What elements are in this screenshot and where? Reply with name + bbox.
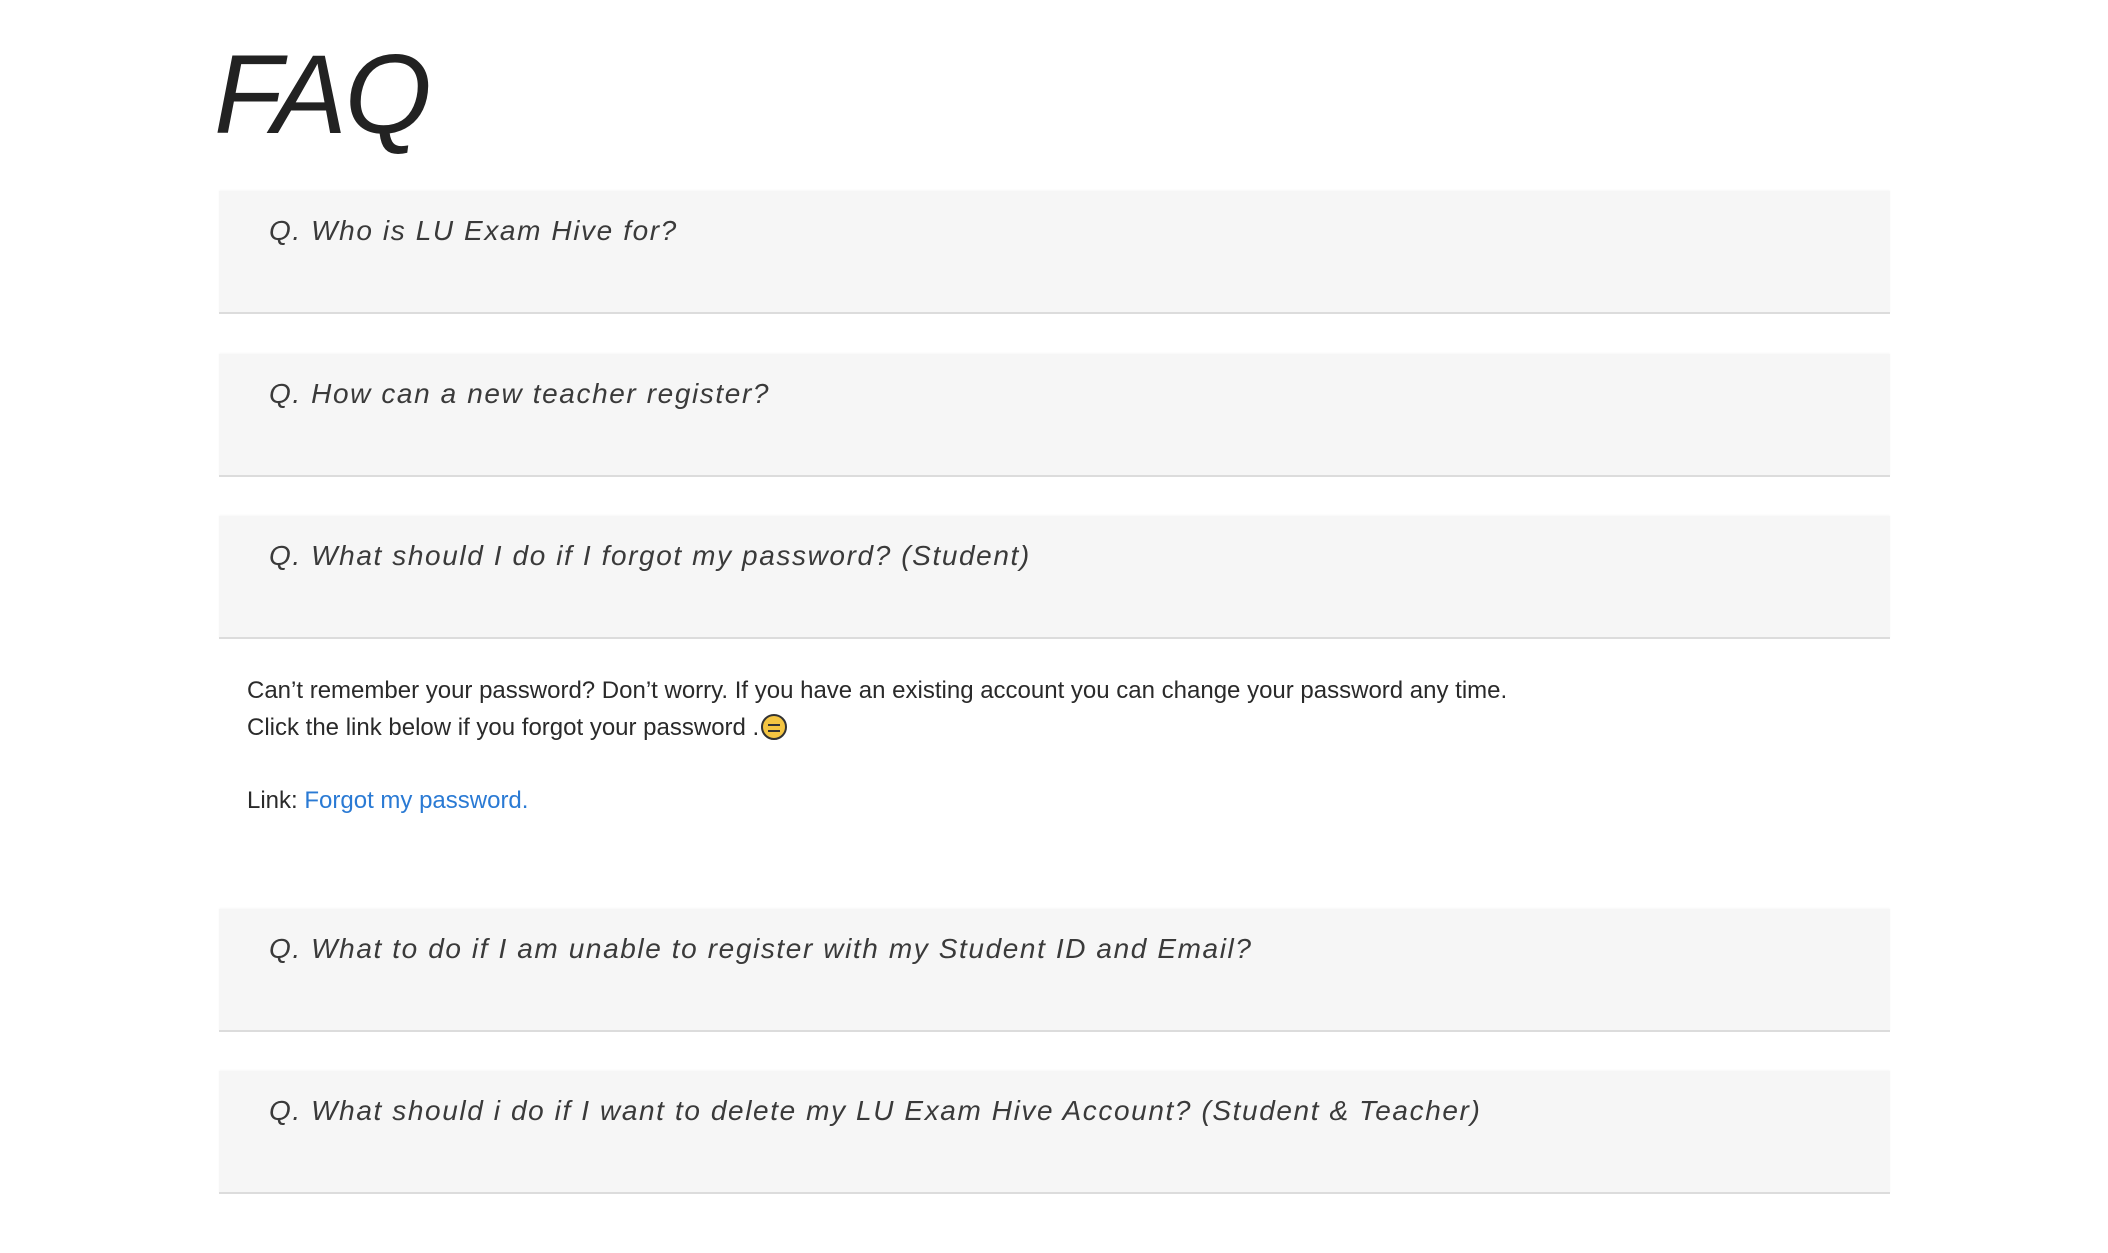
faq-question-text: Q. Who is LU Exam Hive for? <box>269 215 678 246</box>
faq-question-2[interactable]: Q. How can a new teacher register? <box>219 354 1890 477</box>
faq-question-text: Q. What should i do if I want to delete … <box>269 1095 1482 1126</box>
faq-question-text: Q. What to do if I am unable to register… <box>269 933 1253 964</box>
faq-question-5[interactable]: Q. What should i do if I want to delete … <box>219 1071 1890 1194</box>
faq-question-1[interactable]: Q. Who is LU Exam Hive for? <box>219 191 1890 314</box>
faq-question-3[interactable]: Q. What should I do if I forgot my passw… <box>219 516 1890 639</box>
expressionless-face-icon <box>761 714 788 740</box>
answer-line-2-text: Click the link below if you forgot your … <box>247 714 760 741</box>
answer-line-1: Can’t remember your password? Don’t worr… <box>247 677 1508 704</box>
page-title: FAQ <box>214 32 432 157</box>
answer-link-line: Link: Forgot my password. <box>247 782 1507 819</box>
link-prefix: Link: <box>247 787 305 814</box>
faq-question-text: Q. How can a new teacher register? <box>269 378 771 409</box>
answer-line-2: Click the link below if you forgot your … <box>247 709 1507 746</box>
faq-question-4[interactable]: Q. What to do if I am unable to register… <box>219 909 1890 1032</box>
faq-question-text: Q. What should I do if I forgot my passw… <box>269 540 1031 571</box>
forgot-password-link[interactable]: Forgot my password. <box>304 787 528 814</box>
faq-answer-3: Can’t remember your password? Don’t worr… <box>247 672 1507 819</box>
